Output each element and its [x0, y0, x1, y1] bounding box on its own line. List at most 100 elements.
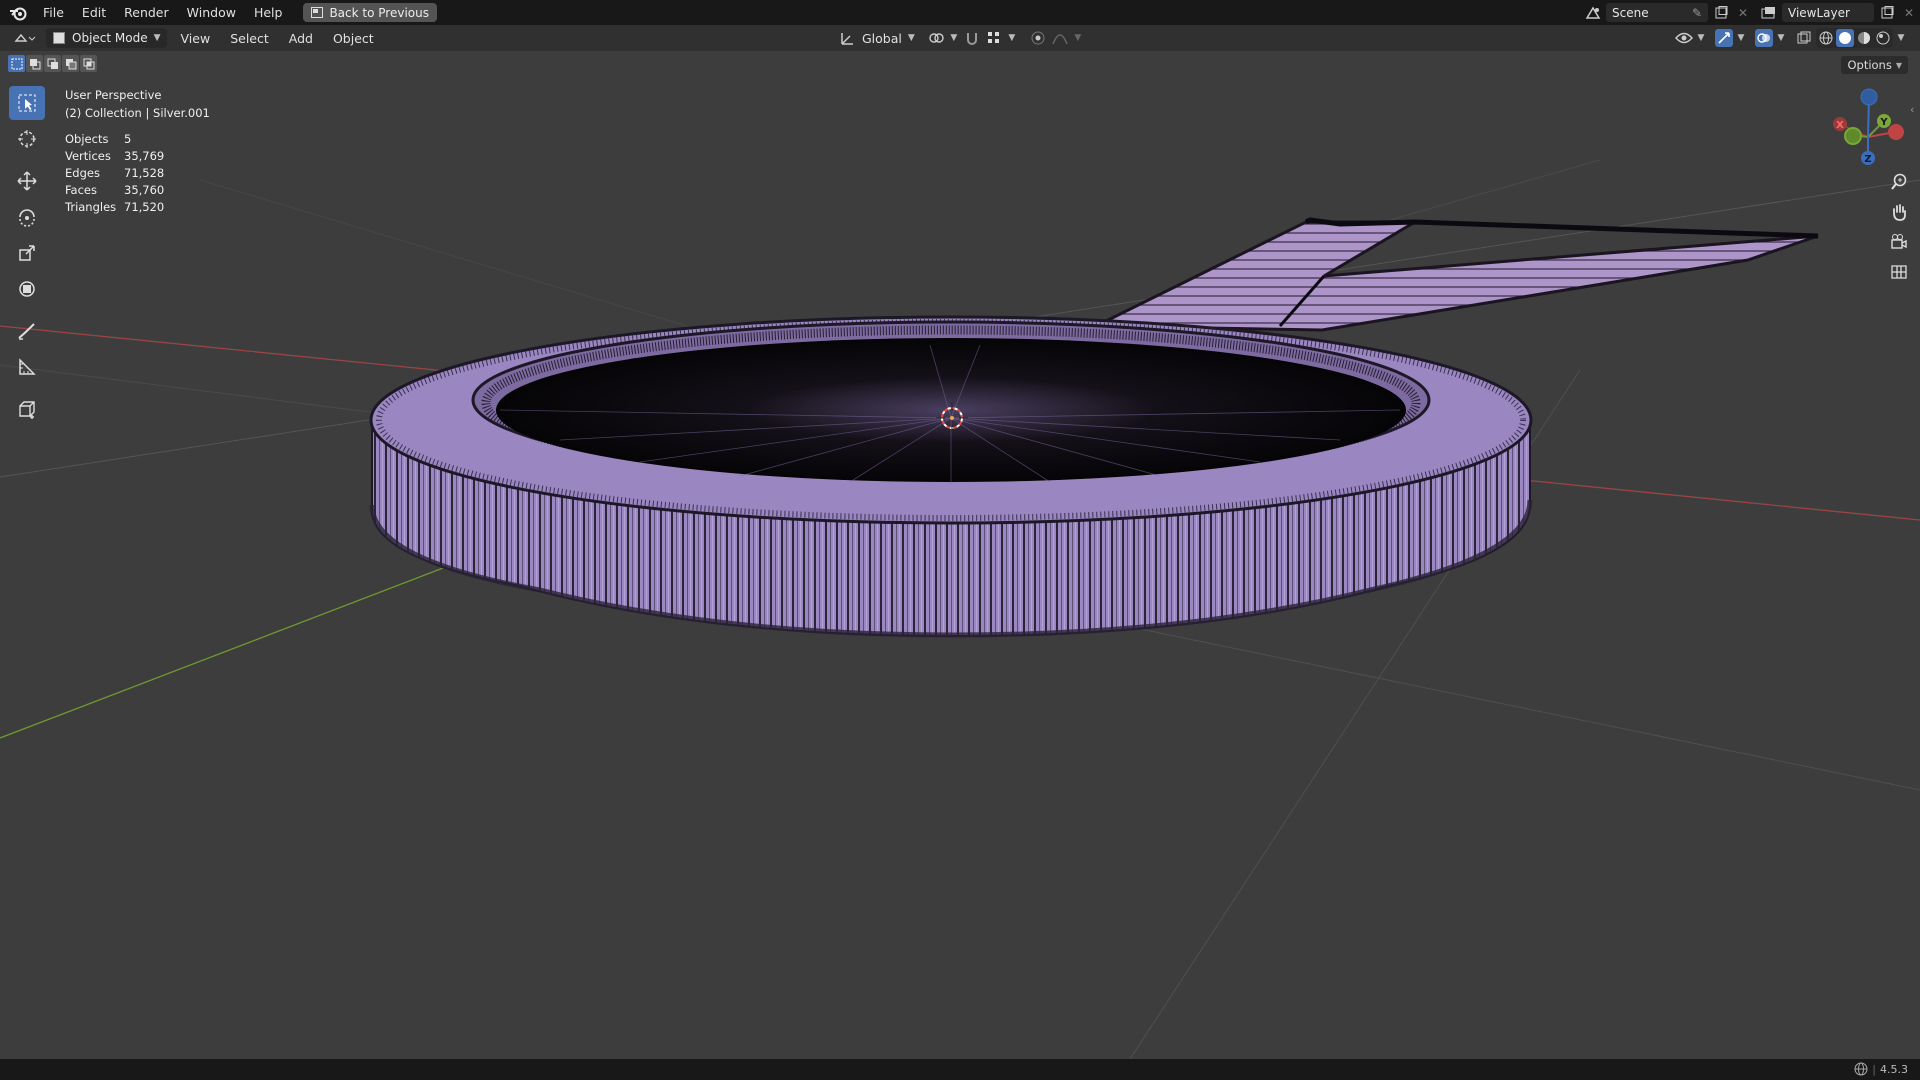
selection-mode-group: [8, 55, 97, 72]
remove-scene-icon[interactable]: ✕: [1734, 4, 1752, 22]
rendered-shading-icon[interactable]: [1874, 29, 1892, 47]
visibility-eye-icon[interactable]: [1675, 29, 1693, 47]
viewport-scene[interactable]: Y X Z: [0, 51, 1920, 1059]
xray-toggle-icon[interactable]: [1795, 29, 1813, 47]
stat-value: 35,760: [124, 183, 165, 197]
rotate-tool-icon[interactable]: [9, 200, 45, 234]
options-dropdown[interactable]: Options ▼: [1841, 56, 1908, 74]
view-layer-name: ViewLayer: [1788, 5, 1850, 20]
menu-object[interactable]: Object: [327, 28, 380, 48]
menu-select[interactable]: Select: [224, 28, 275, 48]
back-button-label: Back to Previous: [329, 5, 429, 20]
menu-file[interactable]: File: [34, 0, 73, 25]
shading-mode-group: [1816, 28, 1893, 48]
measure-tool-icon[interactable]: [9, 350, 45, 384]
stat-value: 5: [124, 132, 132, 146]
stat-row: Edges 71,528: [65, 165, 164, 182]
cursor-tool-icon[interactable]: [9, 122, 45, 156]
svg-text:Z: Z: [1864, 154, 1871, 165]
navigation-gizmo[interactable]: Y X Z: [1833, 88, 1904, 165]
gizmo-toggle-icon[interactable]: [1715, 29, 1733, 47]
stat-value: 71,528: [124, 166, 165, 180]
back-to-previous-button[interactable]: Back to Previous: [303, 3, 437, 22]
ribbon-mesh[interactable]: [1095, 217, 1819, 332]
select-intersect-icon[interactable]: [80, 55, 97, 72]
editor-type-button[interactable]: [8, 28, 42, 48]
transform-tool-icon[interactable]: [9, 272, 45, 306]
viewport-display-tools: ▼ ▼ ▼ ▼: [1675, 28, 1906, 48]
menu-add[interactable]: Add: [283, 28, 319, 48]
pin-icon[interactable]: ✎: [1692, 6, 1702, 20]
solid-shading-icon[interactable]: [1836, 29, 1854, 47]
chevron-down-icon[interactable]: ▼: [1776, 29, 1786, 47]
chevron-down-icon[interactable]: ▼: [1696, 29, 1706, 47]
menu-help[interactable]: Help: [245, 0, 292, 25]
scene-name: Scene: [1612, 5, 1649, 20]
new-view-layer-icon[interactable]: [1878, 4, 1896, 22]
version-info: | 4.5.3: [1854, 1062, 1908, 1076]
chevron-down-icon[interactable]: ▼: [1896, 29, 1906, 47]
chevron-down-icon[interactable]: ▼: [1073, 29, 1083, 47]
scale-tool-icon[interactable]: [9, 236, 45, 270]
viewport-navigation: [1888, 171, 1910, 283]
remove-view-layer-icon[interactable]: ✕: [1900, 4, 1918, 22]
stat-label: Faces: [65, 183, 97, 197]
add-cube-tool-icon[interactable]: [9, 392, 45, 426]
active-collection-label: (2) Collection | Silver.001: [65, 106, 210, 120]
stat-row: Vertices 35,769: [65, 148, 164, 165]
scene-selector[interactable]: Scene ✎ ✕: [1584, 3, 1752, 22]
transform-orientation-dropdown[interactable]: Global ▼: [860, 28, 917, 48]
3d-viewport-editor-icon: [14, 33, 36, 42]
transform-tools: Global ▼ ▼ ▼ ▼: [838, 28, 1083, 48]
menu-edit[interactable]: Edit: [73, 0, 115, 25]
snap-increment-icon[interactable]: [985, 29, 1003, 47]
version-label: 4.5.3: [1880, 1062, 1908, 1076]
zoom-icon[interactable]: [1888, 171, 1910, 193]
coin-mesh[interactable]: [369, 315, 1533, 638]
select-extend-icon[interactable]: [26, 55, 43, 72]
annotate-tool-icon[interactable]: [9, 314, 45, 348]
globe-icon: [1854, 1062, 1868, 1076]
fullscreen-back-icon: [311, 7, 324, 18]
move-tool-icon[interactable]: [9, 164, 45, 198]
menu-render[interactable]: Render: [115, 0, 178, 25]
falloff-icon[interactable]: [1051, 29, 1069, 47]
stat-value: 71,520: [124, 200, 165, 214]
view-layer-icon: [1760, 4, 1778, 22]
select-subtract-icon[interactable]: [44, 55, 61, 72]
stat-row: Triangles 71,520: [65, 199, 164, 216]
sidebar-toggle-icon[interactable]: ‹: [1910, 103, 1918, 117]
object-mode-label: Object Mode: [72, 31, 148, 45]
tool-shelf: [9, 86, 47, 428]
svg-text:Y: Y: [1879, 117, 1888, 128]
menu-view[interactable]: View: [175, 28, 217, 48]
transform-orientation-label: Global: [862, 30, 902, 46]
overlays-toggle-icon[interactable]: [1755, 29, 1773, 47]
snap-toggle-icon[interactable]: [963, 29, 981, 47]
blender-logo-icon[interactable]: [8, 3, 28, 23]
pan-hand-icon[interactable]: [1888, 201, 1910, 223]
chevron-down-icon: ▼: [907, 33, 915, 43]
perspective-toggle-icon[interactable]: [1888, 261, 1910, 283]
new-scene-icon[interactable]: [1712, 4, 1730, 22]
material-preview-shading-icon[interactable]: [1855, 29, 1873, 47]
object-mode-dropdown[interactable]: Object Mode ▼: [46, 28, 167, 48]
pivot-point-icon[interactable]: [927, 29, 945, 47]
options-label: Options: [1847, 58, 1892, 72]
menu-window[interactable]: Window: [178, 0, 245, 25]
3d-viewport[interactable]: Y X Z: [0, 51, 1920, 1059]
proportional-editing-icon[interactable]: [1029, 29, 1047, 47]
stat-label: Objects: [65, 132, 109, 146]
chevron-down-icon: ▼: [1895, 60, 1902, 70]
chevron-down-icon[interactable]: ▼: [949, 29, 959, 47]
wireframe-shading-icon[interactable]: [1817, 29, 1835, 47]
camera-view-icon[interactable]: [1888, 231, 1910, 253]
view-layer-selector[interactable]: ViewLayer ✕: [1760, 3, 1918, 22]
chevron-down-icon[interactable]: ▼: [1007, 29, 1017, 47]
select-invert-icon[interactable]: [62, 55, 79, 72]
chevron-down-icon[interactable]: ▼: [1736, 29, 1746, 47]
select-new-icon[interactable]: [8, 55, 25, 72]
select-box-tool-icon[interactable]: [9, 86, 45, 120]
chevron-down-icon: ▼: [153, 33, 161, 43]
scene-icon: [1584, 4, 1602, 22]
